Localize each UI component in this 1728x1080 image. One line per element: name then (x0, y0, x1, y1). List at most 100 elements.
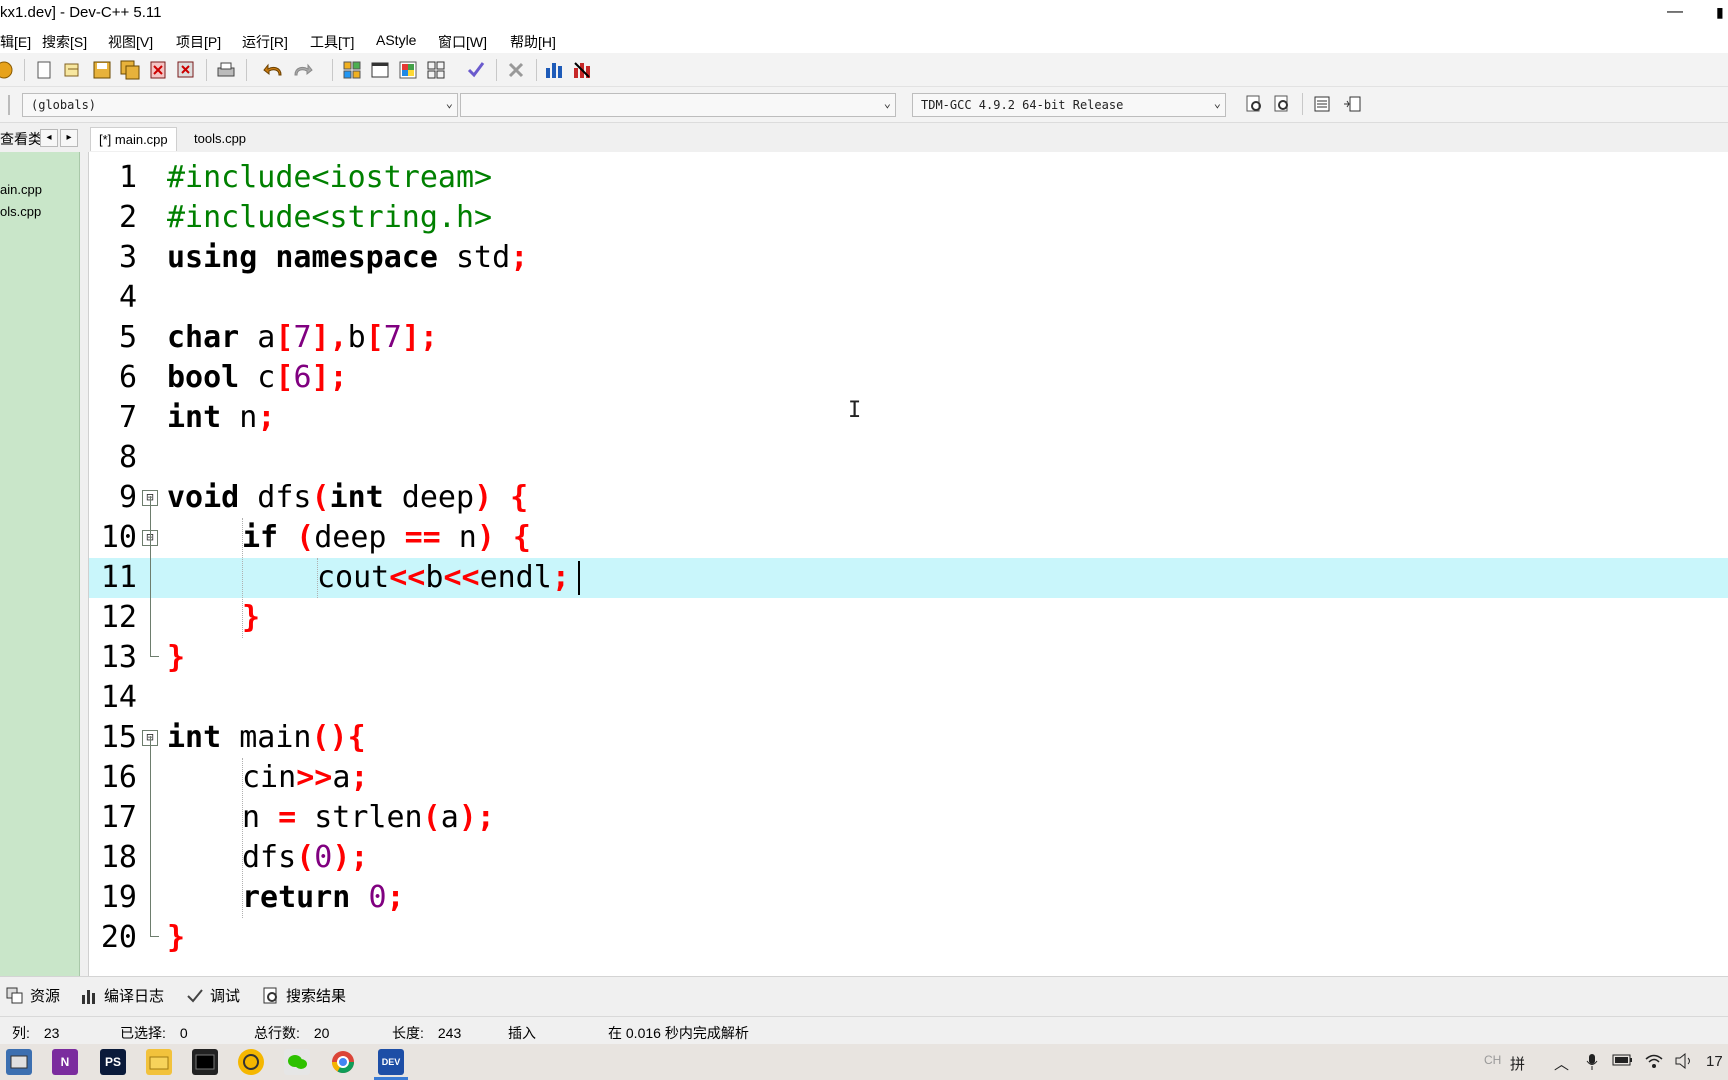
code-line: 10 ⊟ if (deep == n) { (89, 518, 1728, 558)
class-browser-tab[interactable]: 查看类 (0, 129, 42, 149)
battery-icon[interactable] (1612, 1053, 1634, 1071)
chevron-down-icon: ⌄ (445, 96, 453, 110)
phpstorm-app-icon[interactable]: PS (100, 1049, 126, 1075)
menu-run[interactable]: 运行[R] (242, 32, 288, 52)
project-file-item[interactable]: ain.cpp (0, 182, 42, 197)
stop-execution-icon[interactable] (504, 58, 528, 82)
close-all-icon[interactable] (174, 58, 198, 82)
insert-code-icon[interactable] (1242, 92, 1266, 116)
scope-select[interactable]: (globals) ⌄ (22, 93, 458, 117)
symbol-select[interactable]: ⌄ (460, 93, 896, 117)
tab-compile-log[interactable]: 编译日志 (80, 985, 164, 1006)
minimize-button[interactable]: — (1660, 0, 1690, 28)
show-hidden-icons-chevron-icon[interactable]: ︿ (1554, 1053, 1569, 1074)
code-text: bool c[6]; (167, 360, 348, 395)
save-all-icon[interactable] (118, 58, 142, 82)
line-number: 5 (118, 320, 137, 355)
toolbar-separator (536, 59, 537, 81)
code-line: 13 } (89, 638, 1728, 678)
close-file-icon[interactable] (146, 58, 170, 82)
line-number: 18 (100, 840, 137, 875)
new-file-icon[interactable] (32, 58, 56, 82)
debug-check-icon (187, 988, 203, 1002)
redo-icon[interactable] (290, 58, 314, 82)
code-line: 1 #include<iostream> (89, 158, 1728, 198)
code-text: int main(){ (167, 720, 366, 755)
menu-view[interactable]: 视图[V] (108, 32, 153, 52)
code-line: 2 #include<string.h> (89, 198, 1728, 238)
wechat-app-icon[interactable] (284, 1049, 310, 1075)
tab-debug[interactable]: 调试 (186, 985, 240, 1006)
project-file-item[interactable]: ols.cpp (0, 204, 41, 219)
title-bar: kx1.dev] - Dev-C++ 5.11 — ▮ (0, 0, 1728, 28)
tab-tools-cpp[interactable]: tools.cpp (186, 127, 254, 151)
toolbar-separator (246, 59, 247, 81)
menu-edit[interactable]: 辑[E] (0, 32, 31, 52)
toolbar-separator (24, 59, 25, 81)
code-text: int n; (167, 400, 276, 435)
chrome-app-icon[interactable] (330, 1049, 356, 1075)
system-clock[interactable]: 17 (1706, 1053, 1723, 1070)
save-icon[interactable] (90, 58, 114, 82)
onenote-app-icon[interactable]: N (52, 1049, 78, 1075)
menu-search[interactable]: 搜索[S] (42, 32, 87, 52)
menu-astyle[interactable]: AStyle (376, 32, 416, 48)
folder-app-icon[interactable] (146, 1049, 172, 1075)
toggle-panel-icon[interactable] (1310, 92, 1334, 116)
open-file-icon[interactable] (60, 58, 84, 82)
scroll-left-button[interactable]: ◂ (40, 129, 58, 147)
tab-label: 编译日志 (104, 988, 165, 1005)
rebuild-all-icon[interactable] (424, 58, 448, 82)
compile-icon[interactable] (340, 58, 364, 82)
code-line: 3 using namespace std; (89, 238, 1728, 278)
menu-tools[interactable]: 工具[T] (310, 32, 354, 52)
tab-main-cpp[interactable]: [*] main.cpp (90, 127, 177, 151)
delete-profile-icon[interactable] (570, 58, 594, 82)
tab-resources[interactable]: 资源 (6, 985, 60, 1006)
undo-icon[interactable] (262, 58, 286, 82)
profile-chart-icon[interactable] (542, 58, 566, 82)
code-text: } (167, 640, 186, 675)
status-insert-mode: 插入 (508, 1025, 536, 1041)
code-line: 18 dfs(0); (89, 838, 1728, 878)
file-explorer-app-icon[interactable] (6, 1049, 32, 1075)
find-in-files-icon[interactable] (1270, 92, 1294, 116)
combo-bar: (globals) ⌄ ⌄ TDM-GCC 4.9.2 64-bit Relea… (0, 87, 1728, 123)
code-text: using namespace std; (167, 240, 529, 275)
maximize-button[interactable]: ▮ (1716, 4, 1728, 20)
code-text: dfs(0); (242, 840, 369, 875)
menu-help[interactable]: 帮助[H] (510, 32, 556, 52)
window-title: kx1.dev] - Dev-C++ 5.11 (0, 4, 162, 21)
wifi-icon[interactable] (1644, 1053, 1664, 1073)
code-text: return 0; (242, 880, 405, 915)
compile-run-icon[interactable] (396, 58, 420, 82)
line-number: 19 (100, 880, 137, 915)
compile-log-icon (82, 989, 95, 1004)
line-number: 20 (100, 920, 137, 955)
tab-search-results[interactable]: 搜索结果 (262, 985, 346, 1006)
code-editor[interactable]: 1 #include<iostream> 2 #include<string.h… (88, 152, 1728, 976)
devcpp-app-icon[interactable]: DEV (378, 1049, 404, 1075)
scroll-right-button[interactable]: ▸ (60, 129, 78, 147)
microphone-icon[interactable] (1586, 1053, 1598, 1075)
open-project-icon[interactable] (0, 58, 16, 82)
fullscreen-icon[interactable] (1340, 92, 1364, 116)
code-line: 17 n = strlen(a); (89, 798, 1728, 838)
media-app-icon[interactable] (238, 1049, 264, 1075)
run-icon[interactable] (368, 58, 392, 82)
volume-icon[interactable] (1674, 1052, 1694, 1073)
code-line: 12 } (89, 598, 1728, 638)
syntax-check-icon[interactable] (464, 58, 488, 82)
terminal-app-icon[interactable] (192, 1049, 218, 1075)
code-text: #include<iostream> (167, 160, 493, 195)
print-icon[interactable] (214, 58, 238, 82)
code-text: } (242, 600, 261, 635)
compiler-select[interactable]: TDM-GCC 4.9.2 64-bit Release ⌄ (912, 93, 1226, 117)
status-parse-time: 在 0.016 秒内完成解析 (608, 1025, 749, 1041)
line-number: 10 (100, 520, 137, 555)
menu-project[interactable]: 项目[P] (176, 32, 221, 52)
menu-window[interactable]: 窗口[W] (438, 32, 487, 52)
code-line: 7 int n; (89, 398, 1728, 438)
ime-language-indicator[interactable]: CH (1484, 1053, 1501, 1067)
ime-pinyin-indicator[interactable]: 拼 (1510, 1053, 1525, 1074)
